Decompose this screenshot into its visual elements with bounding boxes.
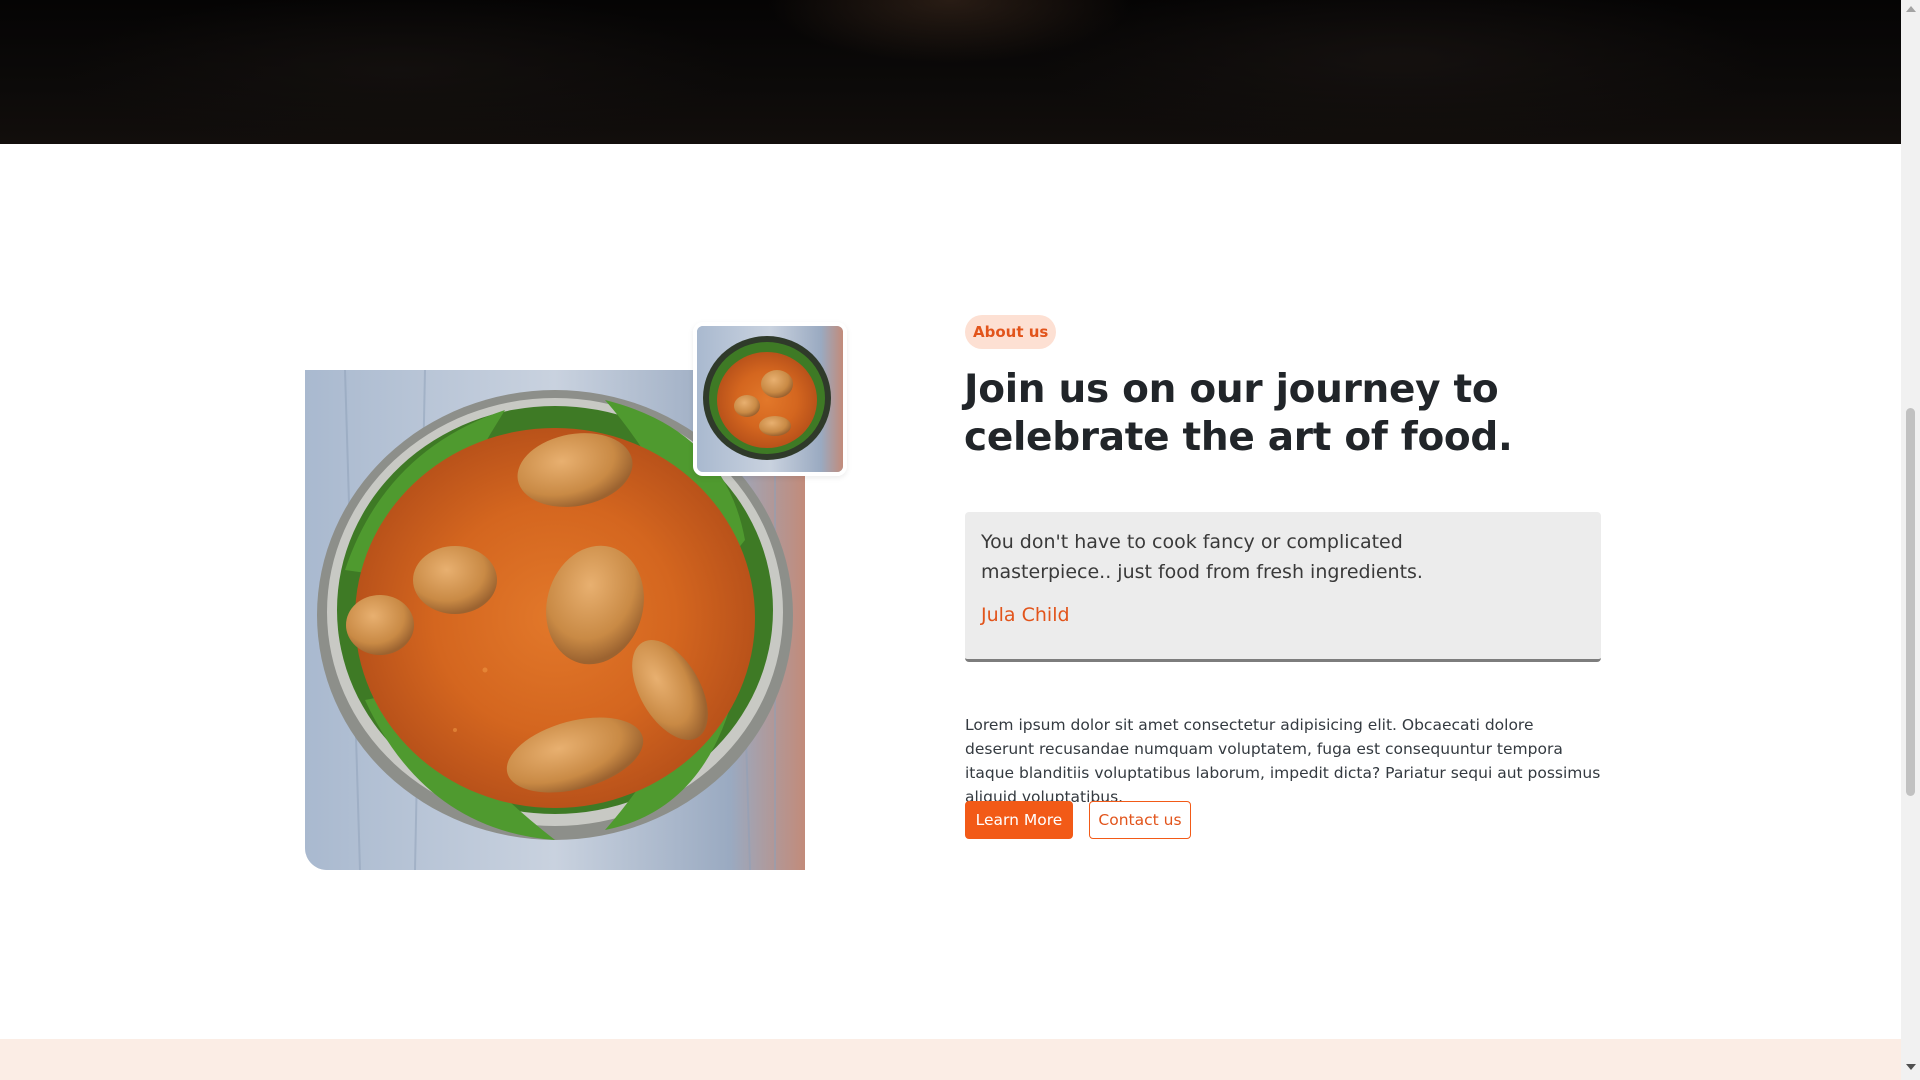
food-bowl-thumbnail-illustration: [697, 326, 843, 472]
page-scrollbar[interactable]: [1901, 0, 1920, 1080]
section-headline: Join us on our journey to celebrate the …: [964, 367, 1513, 460]
scrollbar-thumb[interactable]: [1906, 408, 1915, 796]
hero-section-bottom: [0, 0, 1901, 144]
scroll-down-arrow-icon[interactable]: [1906, 1064, 1916, 1070]
page: About us Join us on our journey to celeb…: [0, 0, 1901, 1080]
about-us-badge: About us: [965, 315, 1057, 349]
learn-more-button[interactable]: Learn More: [965, 801, 1073, 839]
quote-text: You don't have to cook fancy or complica…: [981, 531, 1423, 583]
thumbnail-food-image: [693, 322, 847, 476]
quote-blockquote: You don't have to cook fancy or complica…: [965, 512, 1601, 662]
next-section-top: [0, 1039, 1901, 1080]
scroll-up-arrow-icon[interactable]: [1906, 6, 1916, 12]
contact-us-button[interactable]: Contact us: [1089, 801, 1191, 839]
about-description: Lorem ipsum dolor sit amet consectetur a…: [965, 716, 1601, 806]
quote-author: Jula Child: [981, 604, 1070, 626]
